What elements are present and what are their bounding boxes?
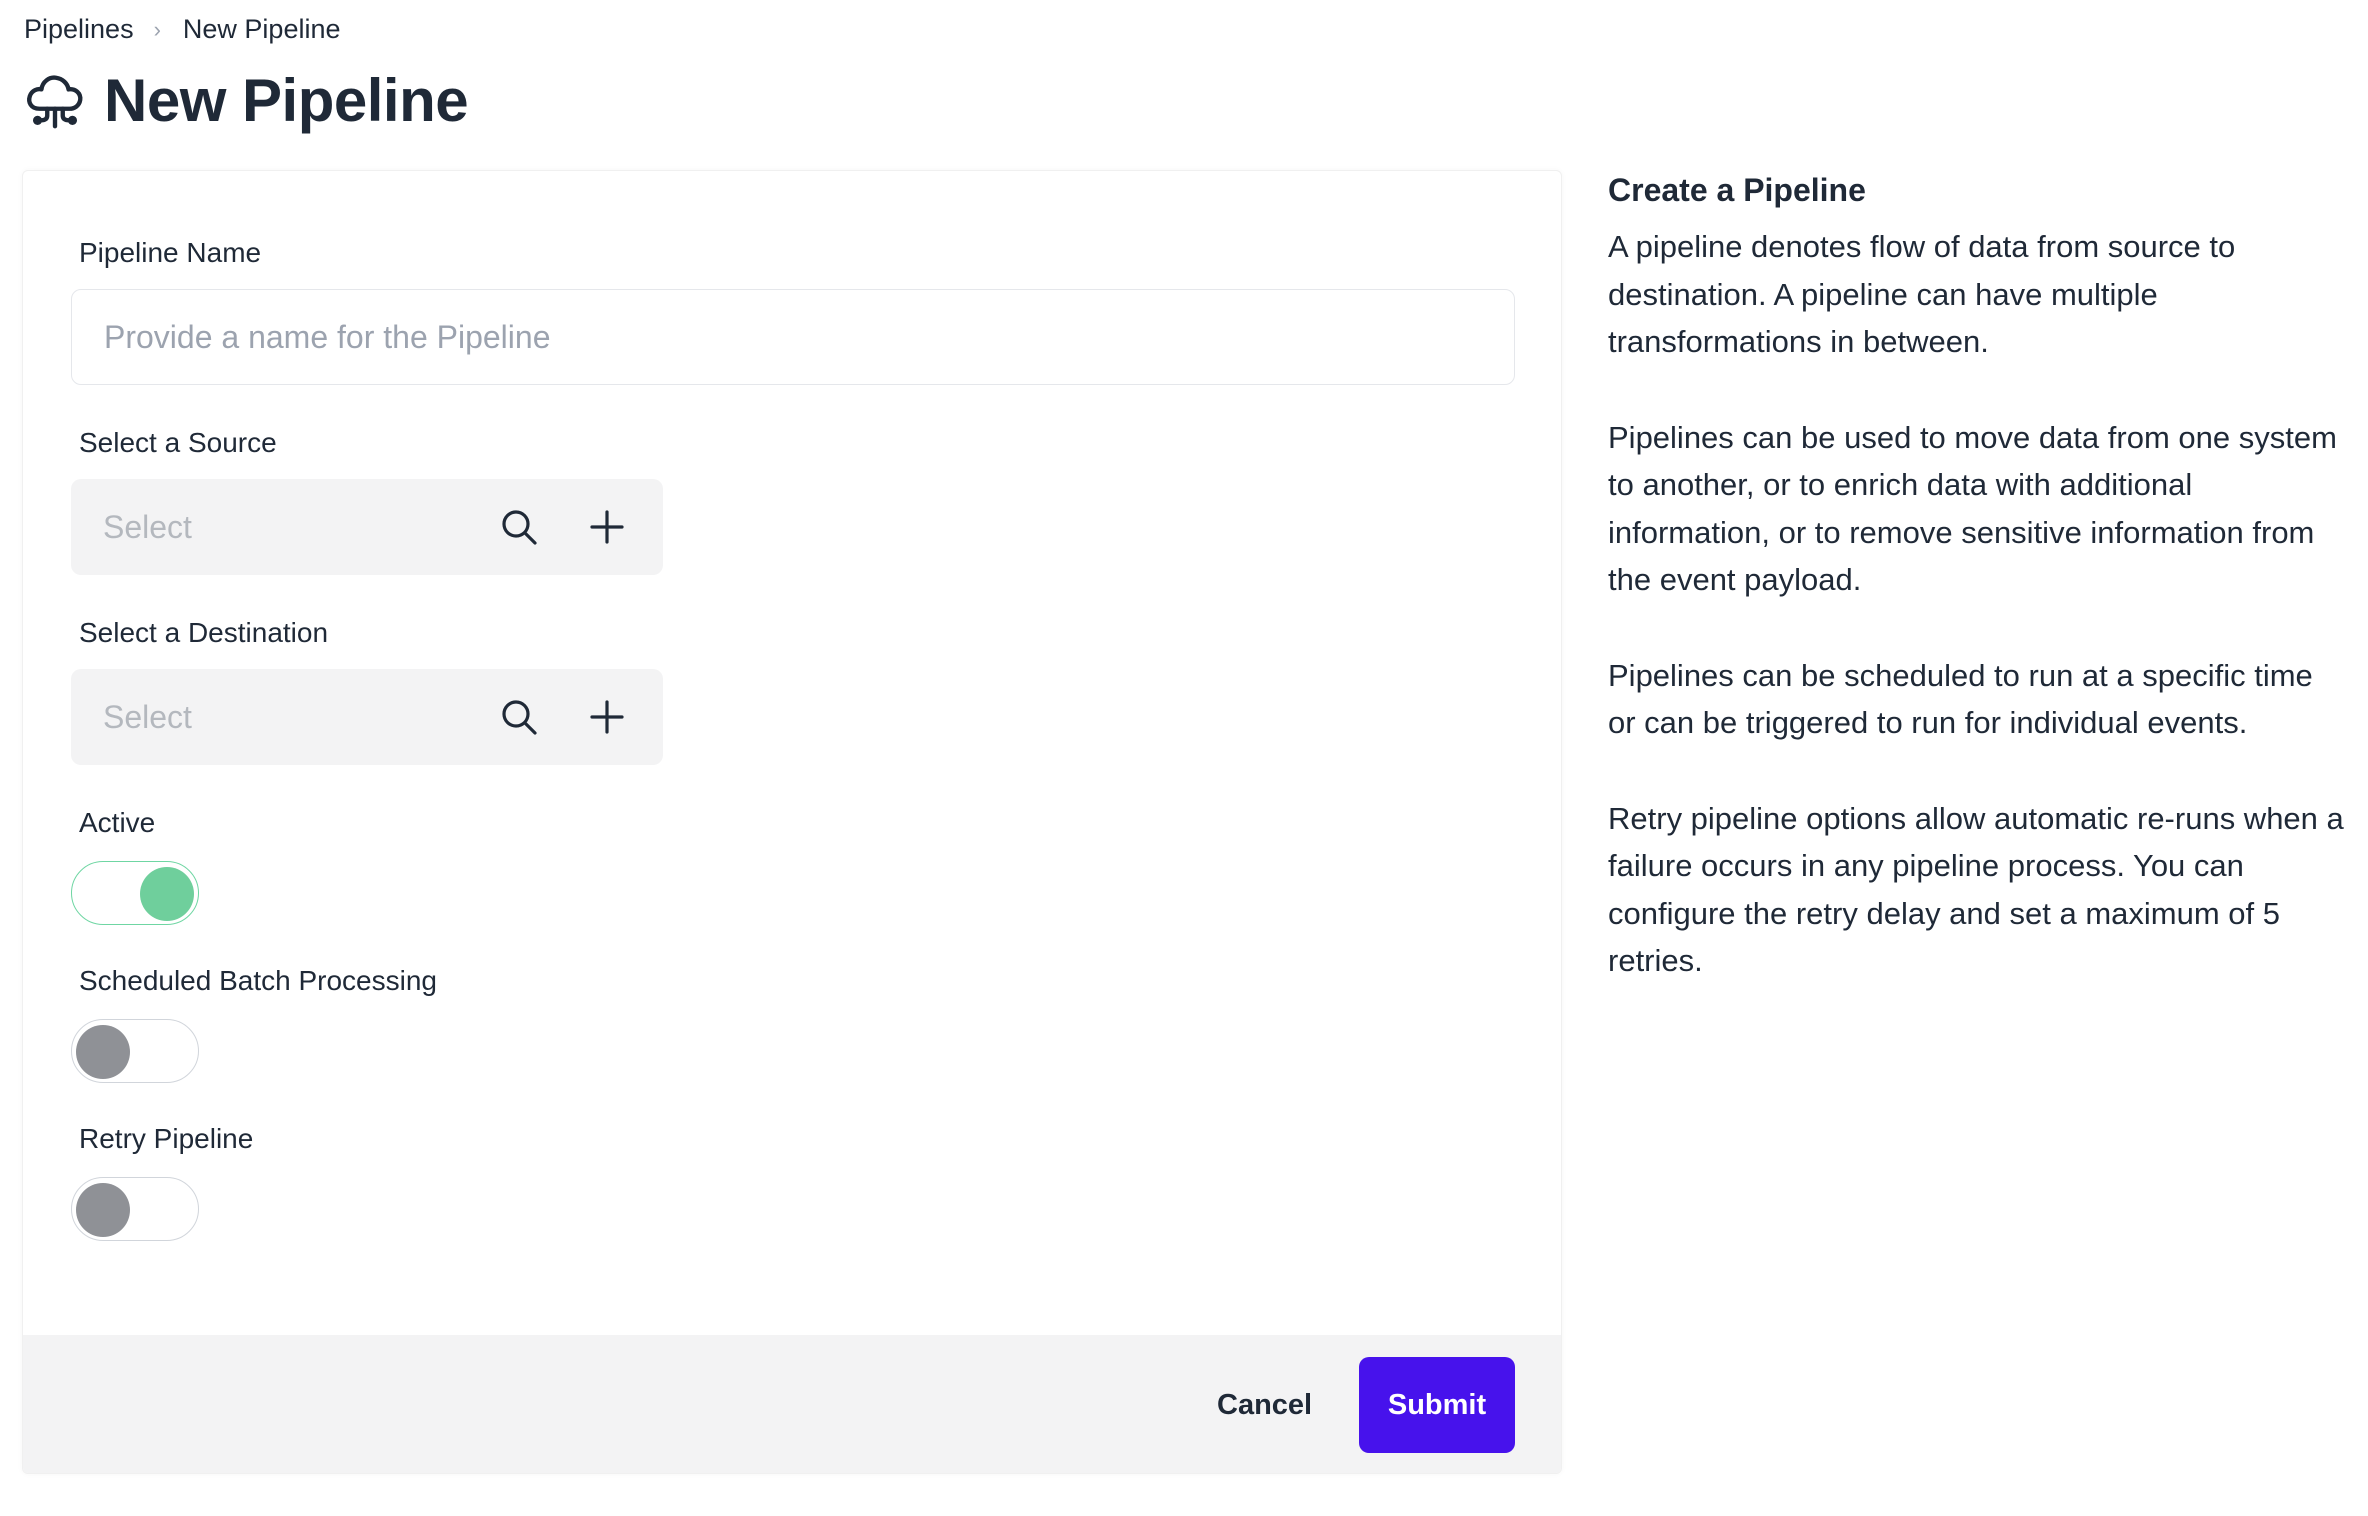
breadcrumb-item-pipelines[interactable]: Pipelines bbox=[24, 14, 134, 45]
source-select-placeholder: Select bbox=[103, 508, 192, 545]
search-icon bbox=[502, 510, 537, 545]
destination-select-placeholder: Select bbox=[103, 698, 192, 735]
help-title: Create a Pipeline bbox=[1608, 172, 1866, 208]
help-paragraph: Retry pipeline options allow automatic r… bbox=[1608, 800, 2344, 979]
scheduled-batch-toggle[interactable] bbox=[71, 1019, 199, 1083]
plus-icon bbox=[590, 510, 624, 544]
page-header: New Pipeline bbox=[24, 66, 469, 135]
plus-icon bbox=[590, 700, 624, 734]
breadcrumb: Pipelines › New Pipeline bbox=[24, 14, 341, 45]
help-paragraph: Pipelines can be scheduled to run at a s… bbox=[1608, 657, 2313, 741]
toggle-knob bbox=[76, 1183, 130, 1237]
form-footer: Cancel Submit bbox=[23, 1335, 1561, 1473]
breadcrumb-separator-icon: › bbox=[153, 16, 161, 42]
active-toggle[interactable] bbox=[71, 861, 199, 925]
toggle-knob bbox=[76, 1025, 130, 1079]
source-search-button[interactable] bbox=[489, 497, 549, 557]
retry-pipeline-label: Retry Pipeline bbox=[79, 1123, 254, 1154]
help-paragraph: Pipelines can be used to move data from … bbox=[1608, 419, 2337, 598]
retry-pipeline-toggle[interactable] bbox=[71, 1177, 199, 1241]
destination-search-button[interactable] bbox=[489, 687, 549, 747]
source-select[interactable]: Select bbox=[71, 479, 663, 575]
help-panel: Create a Pipeline A pipeline denotes flo… bbox=[1608, 172, 2348, 1033]
toggle-knob bbox=[140, 867, 194, 921]
cancel-button[interactable]: Cancel bbox=[1199, 1373, 1330, 1437]
page-title: New Pipeline bbox=[104, 67, 469, 134]
source-add-button[interactable] bbox=[577, 497, 637, 557]
new-pipeline-page: Pipelines › New Pipeline New Pipeline Pi… bbox=[0, 0, 2368, 1516]
submit-button[interactable]: Submit bbox=[1359, 1357, 1515, 1453]
source-label: Select a Source bbox=[79, 427, 277, 458]
pipeline-form-card: Pipeline Name Select a Source Select Sel… bbox=[22, 170, 1562, 1474]
active-label: Active bbox=[79, 807, 156, 838]
pipeline-name-label: Pipeline Name bbox=[79, 237, 262, 268]
cloud-pipeline-icon bbox=[27, 74, 83, 128]
pipeline-name-input[interactable] bbox=[71, 289, 1515, 385]
search-icon bbox=[502, 700, 537, 735]
destination-label: Select a Destination bbox=[79, 617, 329, 648]
breadcrumb-item-current: New Pipeline bbox=[182, 14, 341, 44]
help-paragraph: A pipeline denotes flow of data from sou… bbox=[1608, 229, 2236, 359]
destination-add-button[interactable] bbox=[577, 687, 637, 747]
scheduled-batch-label: Scheduled Batch Processing bbox=[79, 965, 437, 996]
destination-select[interactable]: Select bbox=[71, 669, 663, 765]
